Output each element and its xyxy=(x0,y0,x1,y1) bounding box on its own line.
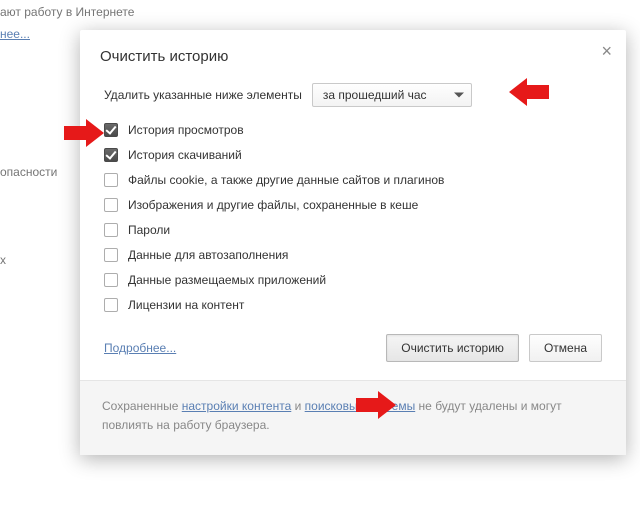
cancel-button[interactable]: Отмена xyxy=(529,334,602,362)
checkbox-label: История просмотров xyxy=(128,123,244,137)
bg-text-security: опасности xyxy=(0,165,57,179)
checkbox-item[interactable]: Изображения и другие файлы, сохраненные … xyxy=(104,198,602,212)
checkbox-item[interactable]: История скачиваний xyxy=(104,148,602,162)
dialog-header: Очистить историю × xyxy=(80,30,626,73)
checkbox[interactable] xyxy=(104,198,118,212)
checkbox-item[interactable]: Пароли xyxy=(104,223,602,237)
checkbox-item[interactable]: Лицензии на контент xyxy=(104,298,602,312)
dialog-footer: Сохраненные настройки контента и поисков… xyxy=(80,380,626,455)
bottom-row: Подробнее... Очистить историю Отмена xyxy=(104,334,602,362)
checkbox-label: Лицензии на контент xyxy=(128,298,244,312)
checkbox-list: История просмотров История скачиваний Файл… xyxy=(104,123,602,312)
checkbox-label: Изображения и другие файлы, сохраненные … xyxy=(128,198,418,212)
time-range-select-wrap: за прошедший час xyxy=(312,83,472,107)
checkbox[interactable] xyxy=(104,298,118,312)
checkbox-item[interactable]: Файлы cookie, а также другие данные сайт… xyxy=(104,173,602,187)
checkbox[interactable] xyxy=(104,273,118,287)
checkbox[interactable] xyxy=(104,148,118,162)
close-button[interactable]: × xyxy=(601,42,612,60)
footer-text-2: и xyxy=(291,399,304,413)
checkbox-item[interactable]: Данные для автозаполнения xyxy=(104,248,602,262)
checkbox-label: Данные для автозаполнения xyxy=(128,248,288,262)
dialog-body: Удалить указанные ниже элементы за проше… xyxy=(80,73,626,380)
checkbox-item[interactable]: История просмотров xyxy=(104,123,602,137)
checkbox-label: Данные размещаемых приложений xyxy=(128,273,326,287)
checkbox[interactable] xyxy=(104,223,118,237)
checkbox-label: Файлы cookie, а также другие данные сайт… xyxy=(128,173,444,187)
bg-link-more[interactable]: нее... xyxy=(0,27,30,41)
clear-history-button[interactable]: Очистить историю xyxy=(386,334,519,362)
time-range-select[interactable]: за прошедший час xyxy=(312,83,472,107)
checkbox[interactable] xyxy=(104,173,118,187)
prompt-text: Удалить указанные ниже элементы xyxy=(104,88,302,102)
dialog-title: Очистить историю xyxy=(100,48,606,65)
footer-link-content-settings[interactable]: настройки контента xyxy=(182,399,292,413)
more-link[interactable]: Подробнее... xyxy=(104,341,176,355)
checkbox[interactable] xyxy=(104,248,118,262)
checkbox-item[interactable]: Данные размещаемых приложений xyxy=(104,273,602,287)
bg-text-1: ают работу в Интернете xyxy=(0,5,134,19)
checkbox-label: История скачиваний xyxy=(128,148,242,162)
button-row: Очистить историю Отмена xyxy=(386,334,602,362)
checkbox-label: Пароли xyxy=(128,223,170,237)
close-icon: × xyxy=(601,41,612,61)
checkbox[interactable] xyxy=(104,123,118,137)
bg-text-x: x xyxy=(0,253,6,267)
footer-text-1: Сохраненные xyxy=(102,399,182,413)
